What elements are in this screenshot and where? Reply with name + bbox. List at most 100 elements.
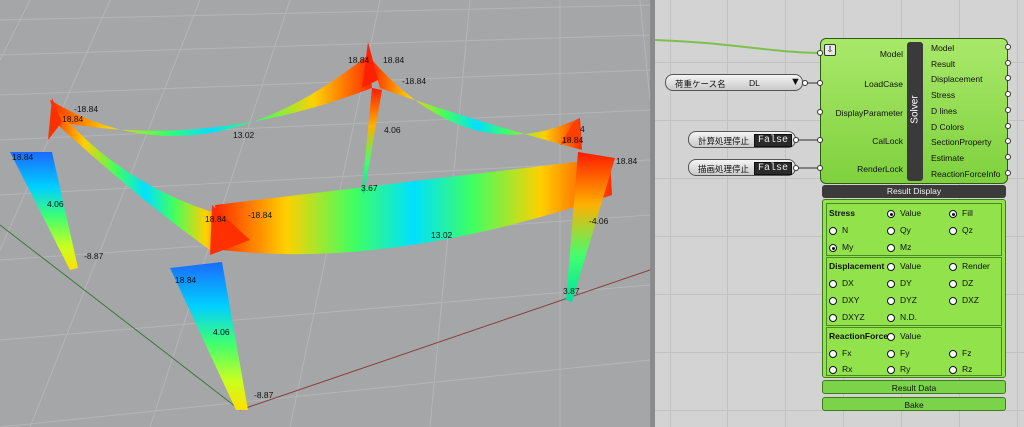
column-back-mid	[362, 88, 382, 195]
loadcase-dropdown[interactable]: 荷重ケース名 DL ▼	[665, 74, 803, 91]
displacement-render-radio[interactable]: Render	[949, 261, 990, 271]
moment-label: 3.87	[563, 286, 580, 296]
dxyz-radio[interactable]: DXYZ	[829, 312, 865, 322]
column-back-left	[10, 152, 78, 270]
solver-component[interactable]: ⇩ Model LoadCase DisplayParameter CalLoc…	[820, 38, 1008, 184]
displacement-value-radio[interactable]: Value	[887, 261, 921, 271]
bake-button[interactable]: Bake	[822, 397, 1006, 411]
output-sectionproperty[interactable]: SectionProperty	[931, 137, 991, 147]
output-dlines[interactable]: D lines	[931, 106, 957, 116]
rz-radio[interactable]: Rz	[949, 364, 972, 374]
stress-value-radio[interactable]: Value	[887, 208, 921, 218]
moment-label: 4.06	[213, 327, 230, 337]
moment-label: 18.84	[383, 55, 405, 65]
dxz-radio[interactable]: DXZ	[949, 295, 979, 305]
stress-title: Stress	[829, 208, 855, 218]
output-stress[interactable]: Stress	[931, 90, 955, 100]
output-port[interactable]	[1005, 60, 1011, 66]
reaction-section: ReactionForce Value Fx Fy Fz Rx Ry Rz	[826, 327, 1002, 376]
moment-label: 18.84	[62, 114, 84, 124]
moment-label: -18.84	[402, 76, 426, 86]
moment-diagram: -18.84 18.84 18.84 18.84 18.84 -18.84 4 …	[0, 0, 650, 427]
result-display-panel: Stress Value Fill N Qy Qz My Mz Displace…	[822, 199, 1006, 378]
output-port[interactable]	[1005, 138, 1011, 144]
calclock-value[interactable]: False	[753, 134, 792, 147]
output-port[interactable]	[793, 137, 799, 143]
nd-radio[interactable]: N.D.	[887, 312, 917, 322]
output-port[interactable]	[1005, 123, 1011, 129]
output-result[interactable]: Result	[931, 59, 955, 69]
output-port[interactable]	[1005, 91, 1011, 97]
moment-label: 18.84	[616, 156, 638, 166]
moment-label: -18.84	[248, 210, 272, 220]
result-display-header[interactable]: Result Display	[822, 185, 1006, 198]
component-name-bar: Solver	[907, 42, 923, 181]
stress-fill-radio[interactable]: Fill	[949, 208, 973, 218]
stress-mz-radio[interactable]: Mz	[887, 242, 911, 252]
output-port[interactable]	[793, 165, 799, 171]
input-displayparameter[interactable]: DisplayParameter	[835, 108, 903, 118]
moment-label: 18.84	[205, 214, 227, 224]
beam-back	[50, 55, 372, 136]
input-port[interactable]	[817, 80, 823, 86]
output-port[interactable]	[1005, 75, 1011, 81]
output-displacement[interactable]: Displacement	[931, 74, 983, 84]
reaction-title: ReactionForce	[829, 331, 889, 341]
input-port[interactable]	[817, 109, 823, 115]
moment-label: 18.84	[562, 135, 584, 145]
input-port[interactable]	[817, 50, 823, 56]
rx-radio[interactable]: Rx	[829, 364, 852, 374]
fy-radio[interactable]: Fy	[887, 348, 909, 358]
moment-label: 18.84	[348, 55, 370, 65]
input-model[interactable]: Model	[880, 49, 903, 59]
fx-radio[interactable]: Fx	[829, 348, 851, 358]
renderlock-toggle[interactable]: 描画処理停止 False	[688, 159, 796, 176]
input-renderlock[interactable]: RenderLock	[857, 164, 903, 174]
moment-label: -8.87	[254, 390, 274, 400]
download-icon[interactable]: ⇩	[824, 44, 836, 56]
grasshopper-canvas[interactable]: 荷重ケース名 DL ▼ 計算処理停止 False 描画処理停止 False ⇩ …	[655, 0, 1024, 427]
moment-label: -8.87	[84, 251, 104, 261]
dz-radio[interactable]: DZ	[949, 278, 973, 288]
dy-radio[interactable]: DY	[887, 278, 912, 288]
input-port[interactable]	[817, 165, 823, 171]
output-port[interactable]	[1005, 107, 1011, 113]
input-port[interactable]	[817, 137, 823, 143]
output-estimate[interactable]: Estimate	[931, 153, 964, 163]
fz-radio[interactable]: Fz	[949, 348, 971, 358]
output-port[interactable]	[1005, 44, 1011, 50]
moment-label: 18.84	[12, 152, 34, 162]
displacement-title: Displacement	[829, 261, 885, 271]
dyz-radio[interactable]: DYZ	[887, 295, 917, 305]
stress-qy-radio[interactable]: Qy	[887, 225, 911, 235]
rhino-viewport[interactable]: -18.84 18.84 18.84 18.84 18.84 -18.84 4 …	[0, 0, 650, 427]
output-port[interactable]	[802, 80, 808, 86]
stress-my-radio[interactable]: My	[829, 242, 853, 252]
loadcase-value: DL	[749, 78, 760, 88]
reaction-value-radio[interactable]: Value	[887, 331, 921, 341]
moment-label: -18.84	[74, 104, 98, 114]
calclock-label: 計算処理停止	[698, 136, 750, 146]
moment-label: 13.02	[431, 230, 453, 240]
moment-label: 13.02	[233, 130, 255, 140]
stress-n-radio[interactable]: N	[829, 225, 848, 235]
input-loadcase[interactable]: LoadCase	[864, 79, 903, 89]
output-port[interactable]	[1005, 154, 1011, 160]
output-model[interactable]: Model	[931, 43, 954, 53]
ry-radio[interactable]: Ry	[887, 364, 910, 374]
output-reactionforceinfo[interactable]: ReactionForceInfo	[931, 169, 1000, 179]
dxy-radio[interactable]: DXY	[829, 295, 859, 305]
output-port[interactable]	[1005, 170, 1011, 176]
moment-label: 4	[580, 124, 585, 134]
stress-qz-radio[interactable]: Qz	[949, 225, 973, 235]
moment-label: 4.06	[384, 125, 401, 135]
loadcase-label: 荷重ケース名	[675, 79, 726, 89]
result-data-button[interactable]: Result Data	[822, 380, 1006, 394]
dropdown-arrow-icon[interactable]: ▼	[790, 76, 801, 88]
dx-radio[interactable]: DX	[829, 278, 854, 288]
renderlock-label: 描画処理停止	[698, 164, 750, 174]
calclock-toggle[interactable]: 計算処理停止 False	[688, 131, 796, 148]
output-dcolors[interactable]: D Colors	[931, 122, 964, 132]
renderlock-value[interactable]: False	[753, 162, 792, 175]
input-callock[interactable]: CalLock	[872, 136, 903, 146]
